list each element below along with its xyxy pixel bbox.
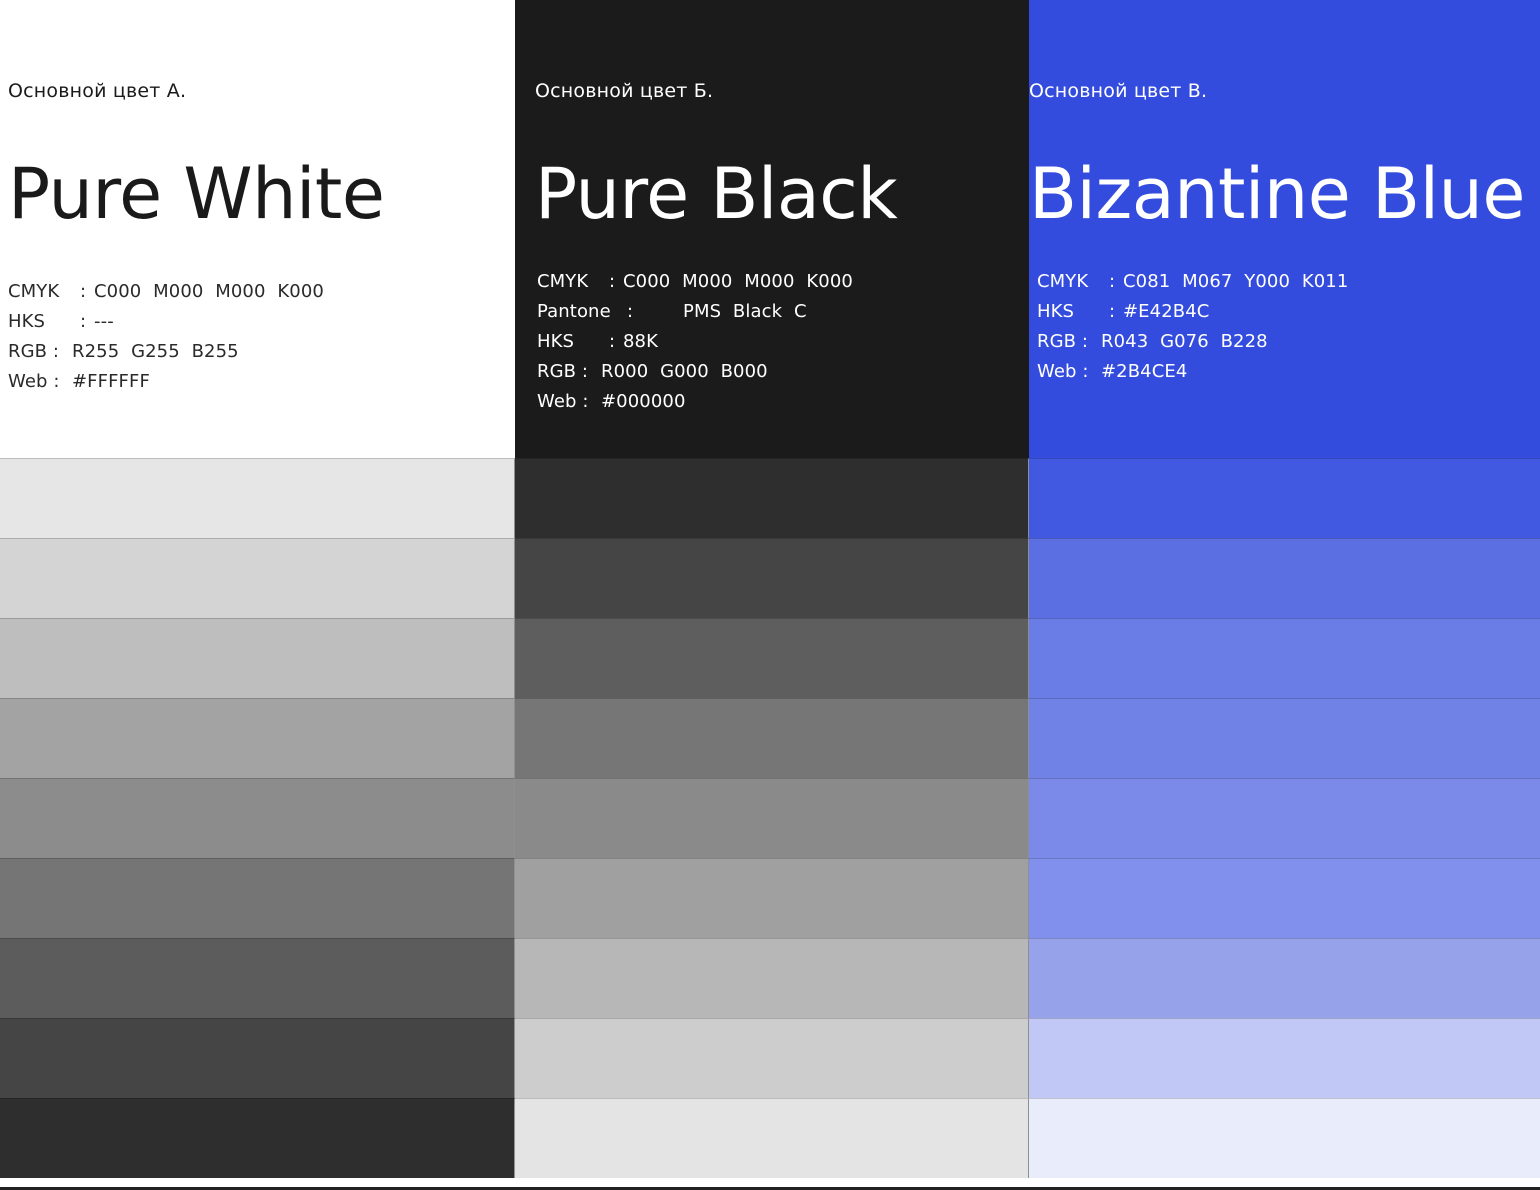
color-specs: CMYK : C000 M000 M000 K000 Pantone : PMS… — [537, 267, 853, 417]
tint-swatch — [1029, 698, 1540, 778]
spec-label: Web : — [537, 391, 589, 412]
color-title: Pure White — [8, 153, 385, 235]
spec-row-rgb: RGB : R000 G000 B000 — [537, 357, 853, 387]
tint-swatch — [0, 618, 515, 698]
color-title: Bizantine Blue — [1029, 153, 1525, 235]
spec-row-hks: HKS : --- — [8, 307, 324, 337]
tint-swatch — [0, 1098, 515, 1178]
spec-separator: : — [80, 311, 87, 332]
spec-label: RGB : — [8, 341, 60, 362]
color-header: Основной цвет А. Pure White CMYK : C000 … — [0, 0, 515, 458]
spec-row-hks: HKS : 88K — [537, 327, 853, 357]
color-specs: CMYK : C000 M000 M000 K000 HKS : --- RGB… — [8, 277, 324, 397]
tint-swatch — [0, 538, 515, 618]
color-title: Pure Black — [535, 153, 898, 235]
color-palette-page: Основной цвет А. Pure White CMYK : C000 … — [0, 0, 1540, 1190]
spec-row-cmyk: CMYK : C000 M000 M000 K000 — [8, 277, 324, 307]
tint-swatch — [515, 778, 1029, 858]
spec-row-cmyk: CMYK : C000 M000 M000 K000 — [537, 267, 853, 297]
color-specs: CMYK : C081 M067 Y000 K011 HKS : #E42B4C… — [1037, 267, 1348, 387]
tint-swatch — [1029, 858, 1540, 938]
spec-separator: : — [80, 281, 87, 302]
color-header: Основной цвет В. Bizantine Blue CMYK : C… — [1029, 0, 1540, 458]
spec-label: Pantone — [537, 301, 611, 322]
spec-value: #2B4CE4 — [1101, 361, 1188, 382]
spec-row-rgb: RGB : R255 G255 B255 — [8, 337, 324, 367]
spec-value: C000 M000 M000 K000 — [94, 281, 324, 302]
tint-swatch — [515, 618, 1029, 698]
spec-label: HKS — [1037, 301, 1075, 322]
tint-swatch — [0, 698, 515, 778]
spec-value: R255 G255 B255 — [72, 341, 239, 362]
tint-swatch — [515, 1018, 1029, 1098]
tint-swatch — [1029, 938, 1540, 1018]
spec-label: CMYK — [1037, 271, 1089, 292]
spec-value: C081 M067 Y000 K011 — [1123, 271, 1349, 292]
spec-row-web: Web : #2B4CE4 — [1037, 357, 1348, 387]
tint-swatch — [1029, 778, 1540, 858]
spec-label: RGB : — [1037, 331, 1089, 352]
tint-swatch — [1029, 538, 1540, 618]
tint-swatch — [1029, 1098, 1540, 1178]
spec-separator: : — [609, 331, 616, 352]
tint-swatch — [0, 938, 515, 1018]
tint-swatch — [515, 458, 1029, 538]
spec-value: R000 G000 B000 — [601, 361, 768, 382]
color-subtitle: Основной цвет Б. — [535, 80, 714, 102]
spec-row-pantone: Pantone : PMS Black C — [537, 297, 853, 327]
spec-row-web: Web : #000000 — [537, 387, 853, 417]
spec-label: Web : — [1037, 361, 1089, 382]
spec-label: CMYK — [8, 281, 60, 302]
spec-separator: : — [609, 271, 616, 292]
spec-label: HKS — [8, 311, 46, 332]
spec-value: #000000 — [601, 391, 686, 412]
spec-row-rgb: RGB : R043 G076 B228 — [1037, 327, 1348, 357]
color-column-pure-black: Основной цвет Б. Pure Black CMYK : C000 … — [515, 0, 1029, 1188]
tint-swatch — [0, 458, 515, 538]
spec-value: 88K — [623, 331, 659, 352]
tint-swatches — [1029, 458, 1540, 1178]
color-subtitle: Основной цвет А. — [8, 80, 187, 102]
tint-swatch — [515, 538, 1029, 618]
spec-row-hks: HKS : #E42B4C — [1037, 297, 1348, 327]
spec-value: C000 M000 M000 K000 — [623, 271, 853, 292]
tint-swatch — [1029, 458, 1540, 538]
color-column-bizantine-blue: Основной цвет В. Bizantine Blue CMYK : C… — [1029, 0, 1540, 1188]
color-header: Основной цвет Б. Pure Black CMYK : C000 … — [515, 0, 1029, 458]
spec-value: --- — [94, 311, 114, 332]
spec-value: #FFFFFF — [72, 371, 150, 392]
tint-swatches — [0, 458, 515, 1178]
color-column-pure-white: Основной цвет А. Pure White CMYK : C000 … — [0, 0, 515, 1188]
tint-swatch — [0, 778, 515, 858]
spec-value: R043 G076 B228 — [1101, 331, 1268, 352]
spec-row-cmyk: CMYK : C081 M067 Y000 K011 — [1037, 267, 1348, 297]
tint-swatch — [515, 1098, 1029, 1178]
spec-separator: : — [1109, 271, 1116, 292]
spec-separator: : — [627, 301, 634, 322]
tint-swatch — [1029, 1018, 1540, 1098]
tint-swatch — [0, 858, 515, 938]
spec-value: PMS Black C — [683, 301, 807, 322]
spec-value: #E42B4C — [1123, 301, 1210, 322]
spec-label: CMYK — [537, 271, 589, 292]
tint-swatch — [515, 858, 1029, 938]
spec-label: Web : — [8, 371, 60, 392]
tint-swatch — [1029, 618, 1540, 698]
tint-swatch — [0, 1018, 515, 1098]
color-subtitle: Основной цвет В. — [1029, 80, 1208, 102]
tint-swatches — [515, 458, 1029, 1178]
spec-label: RGB : — [537, 361, 589, 382]
tint-swatch — [515, 698, 1029, 778]
spec-row-web: Web : #FFFFFF — [8, 367, 324, 397]
spec-separator: : — [1109, 301, 1116, 322]
tint-swatch — [515, 938, 1029, 1018]
spec-label: HKS — [537, 331, 575, 352]
